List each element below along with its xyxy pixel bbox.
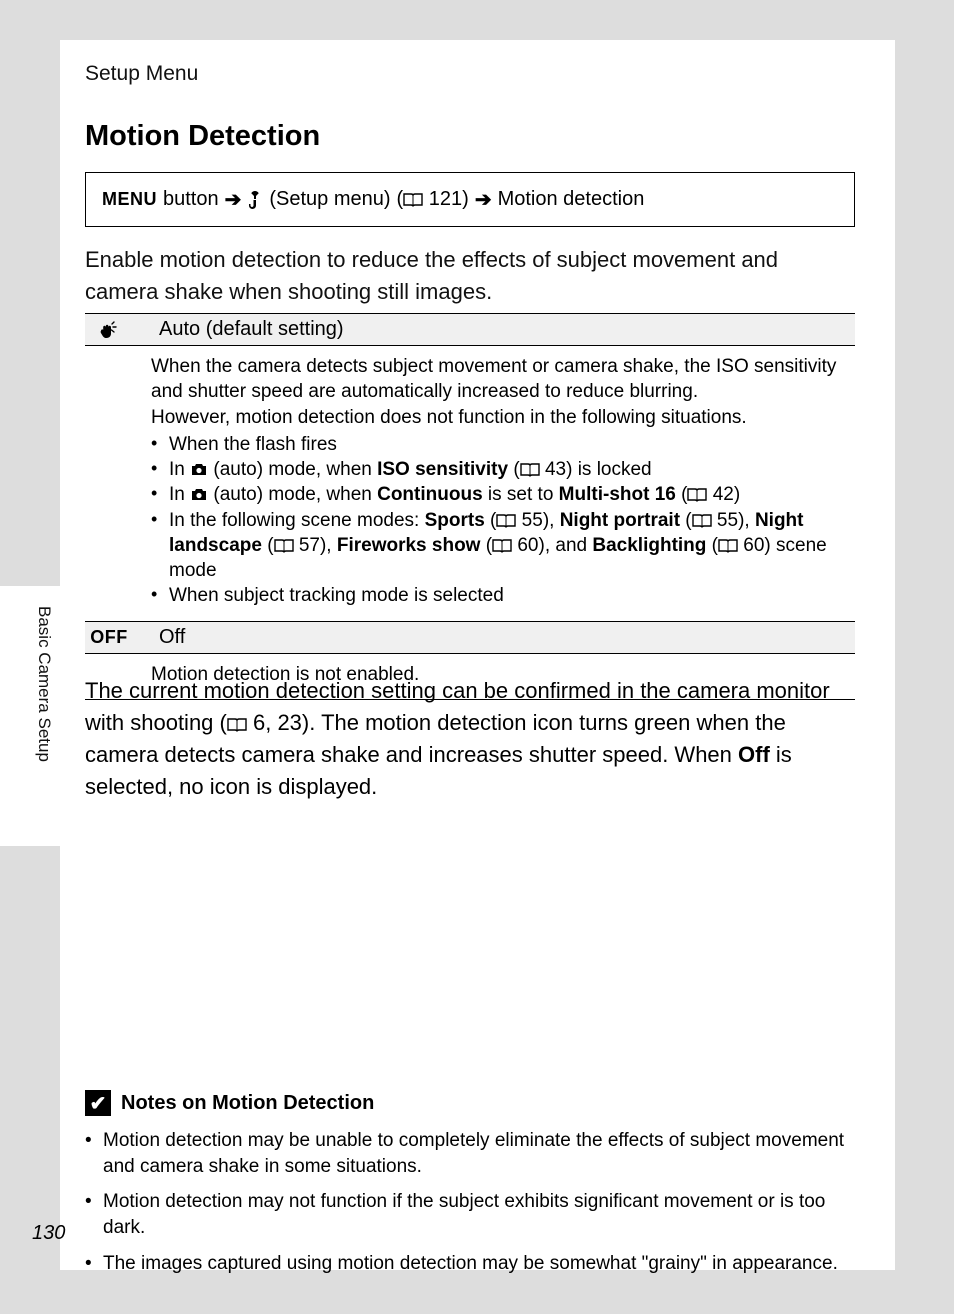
camera-icon bbox=[190, 463, 208, 477]
auto-desc: When the camera detects subject movement… bbox=[151, 354, 847, 405]
options-table: Auto (default setting) When the camera d… bbox=[85, 313, 855, 700]
note-item: Motion detection may not function if the… bbox=[85, 1189, 865, 1240]
side-section-label: Basic Camera Setup bbox=[34, 606, 54, 762]
bullet-item: In (auto) mode, when ISO sensitivity ( 4… bbox=[151, 457, 847, 482]
confirmation-paragraph: The current motion detection setting can… bbox=[85, 675, 855, 803]
book-icon bbox=[403, 193, 423, 207]
hand-shake-icon bbox=[95, 321, 123, 339]
nav-text: button bbox=[163, 188, 219, 211]
menu-button-label: MENU bbox=[102, 189, 157, 210]
bullet-item: When subject tracking mode is selected bbox=[151, 583, 847, 608]
camera-icon bbox=[190, 488, 208, 502]
arrow-icon: ➔ bbox=[225, 187, 242, 212]
book-icon bbox=[718, 539, 738, 553]
wrench-icon bbox=[247, 191, 263, 209]
option-auto-header: Auto (default setting) bbox=[85, 313, 855, 346]
option-off-header: OFF Off bbox=[85, 621, 855, 654]
book-icon bbox=[687, 488, 707, 502]
notes-title: Notes on Motion Detection bbox=[121, 1092, 374, 1115]
bullet-item: In the following scene modes: Sports ( 5… bbox=[151, 508, 847, 584]
book-icon bbox=[520, 463, 540, 477]
page-ref: 121 bbox=[429, 188, 462, 210]
notes-heading: ✔ Notes on Motion Detection bbox=[85, 1090, 865, 1116]
arrow-icon: ➔ bbox=[475, 187, 492, 212]
page-title: Motion Detection bbox=[85, 120, 320, 153]
book-icon bbox=[492, 539, 512, 553]
book-icon bbox=[274, 539, 294, 553]
off-symbol: OFF bbox=[95, 627, 123, 648]
page: Setup Menu Motion Detection MENU button … bbox=[0, 0, 954, 1314]
option-auto-body: When the camera detects subject movement… bbox=[85, 346, 855, 621]
nav-ref: ( 121) bbox=[397, 188, 469, 211]
breadcrumb-box: MENU button ➔ (Setup menu) ( 121) ➔ Moti… bbox=[85, 172, 855, 227]
nav-text: (Setup menu) bbox=[269, 188, 390, 211]
section-header: Setup Menu bbox=[85, 62, 198, 86]
book-icon bbox=[227, 718, 247, 732]
book-icon bbox=[496, 514, 516, 528]
auto-desc: However, motion detection does not funct… bbox=[151, 405, 847, 430]
option-off-label: Off bbox=[159, 626, 185, 649]
notes-section: ✔ Notes on Motion Detection Motion detec… bbox=[85, 1090, 865, 1286]
note-item: The images captured using motion detecti… bbox=[85, 1251, 865, 1277]
intro-paragraph: Enable motion detection to reduce the ef… bbox=[85, 244, 855, 308]
bullet-item: In (auto) mode, when Continuous is set t… bbox=[151, 482, 847, 507]
book-icon bbox=[692, 514, 712, 528]
check-icon: ✔ bbox=[85, 1090, 111, 1116]
nav-text: Motion detection bbox=[498, 188, 645, 211]
note-item: Motion detection may be unable to comple… bbox=[85, 1128, 865, 1179]
bullet-item: When the flash fires bbox=[151, 432, 847, 457]
option-auto-label: Auto (default setting) bbox=[159, 318, 344, 341]
page-number: 130 bbox=[32, 1222, 65, 1245]
